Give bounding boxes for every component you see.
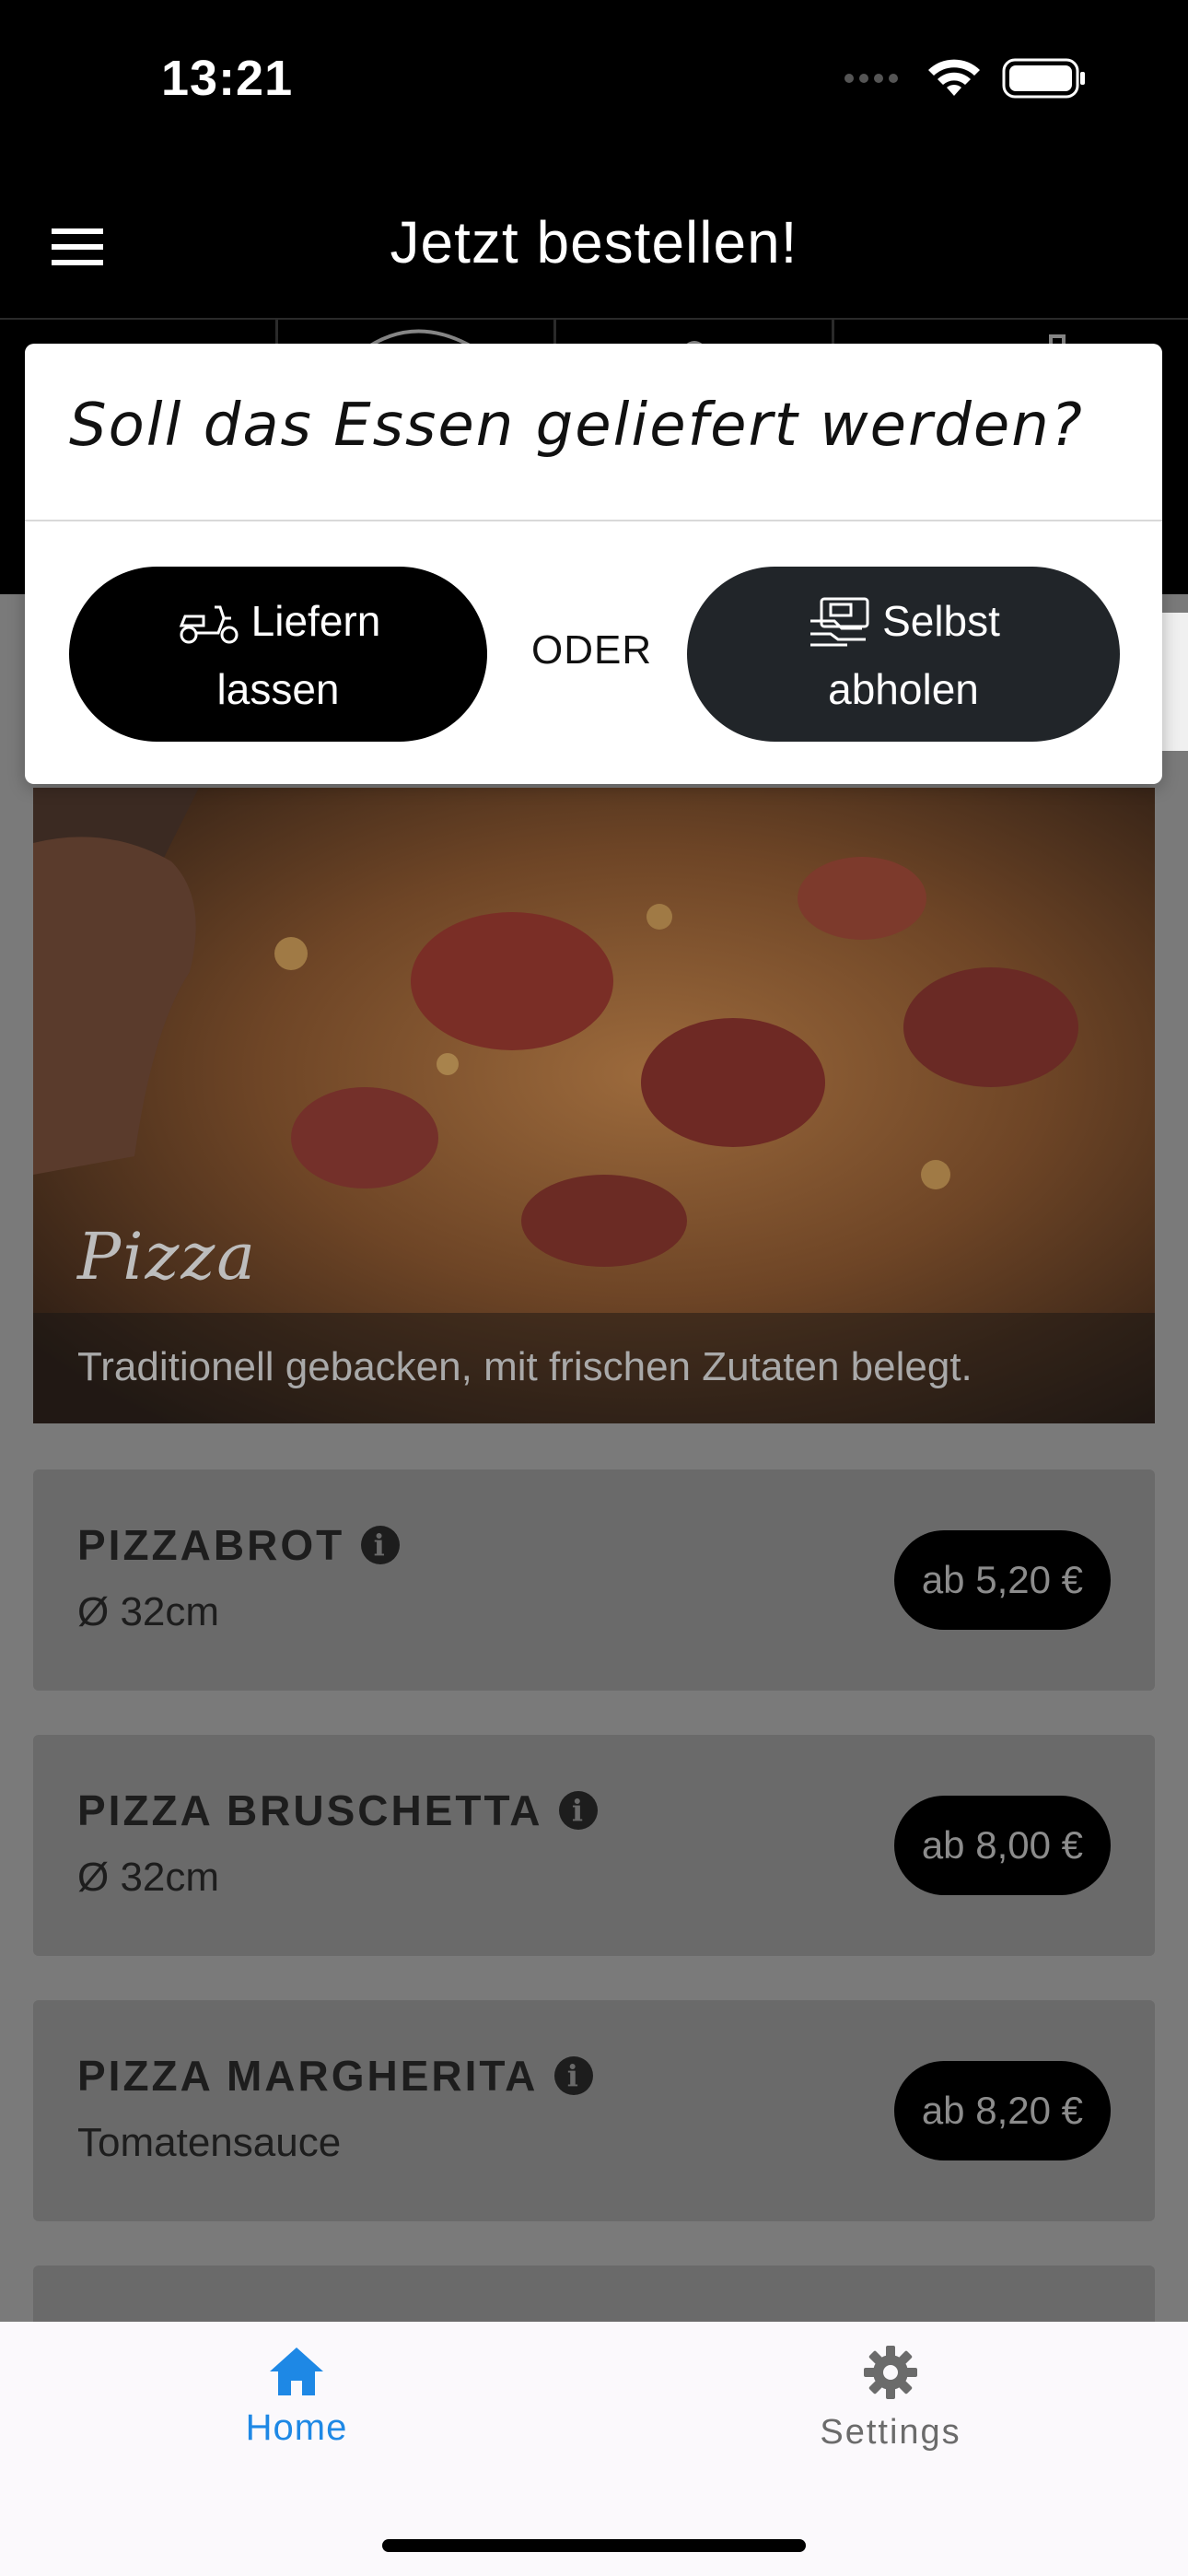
menu-item-subtitle: Ø 32cm (77, 1589, 220, 1634)
scooter-icon (179, 605, 239, 644)
pickup-register-icon (810, 597, 869, 647)
menu-item-name-row: PIZZA BRUSCHETTA i (77, 1786, 599, 1835)
status-time: 13:21 (161, 51, 294, 106)
menu-item-name: PIZZABROT (77, 1521, 345, 1569)
category-hero[interactable]: Pizza Traditionell gebacken, mit frische… (33, 788, 1155, 1423)
price-button[interactable]: ab 8,00 € (893, 1796, 1111, 1895)
pickup-label-line1: Selbst (882, 597, 1000, 645)
wifi-icon (928, 59, 980, 96)
deliver-button[interactable]: Liefern lassen (69, 567, 487, 742)
category-title: Pizza (77, 1219, 257, 1294)
nav-home[interactable]: Home (149, 2344, 444, 2449)
status-icons (842, 57, 1087, 100)
pickup-label-line2: abholen (828, 665, 979, 713)
app-bar: Jetzt bestellen! (0, 175, 1188, 318)
deliver-label-line2: lassen (216, 665, 340, 713)
home-icon (270, 2348, 323, 2395)
dialog-divider (25, 520, 1162, 521)
page-title: Jetzt bestellen! (390, 209, 798, 275)
deliver-button-line: Liefern (69, 587, 487, 655)
info-icon[interactable]: i (559, 1791, 599, 1830)
menu-item-name: PIZZA MARGHERITA (77, 2052, 539, 2100)
menu-item-card[interactable]: PIZZABROT i Ø 32cm ab 5,20 € (33, 1469, 1155, 1691)
home-indicator[interactable] (382, 2539, 806, 2552)
deliver-label-line1: Liefern (250, 597, 381, 645)
status-bar: 13:21 (0, 0, 1188, 175)
menu-content: Pizza Traditionell gebacken, mit frische… (0, 594, 1188, 2487)
pickup-button-line: Selbst (687, 587, 1120, 655)
pickup-button[interactable]: Selbst abholen (687, 567, 1120, 742)
info-icon[interactable]: i (361, 1526, 401, 1564)
bottom-navigation: Home Settings (0, 2322, 1188, 2576)
nav-settings[interactable]: Settings (743, 2344, 1038, 2453)
menu-item-name: PIZZA BRUSCHETTA (77, 1786, 543, 1834)
or-separator: ODER (531, 627, 653, 673)
app-screen: 13:21 Jetzt bestellen! Pizza Traditionel… (0, 0, 1188, 2576)
menu-item-name-row: PIZZABROT i (77, 1520, 401, 1570)
battery-icon (1002, 58, 1085, 99)
nav-home-label: Home (245, 2407, 348, 2448)
category-caption-band: Traditionell gebacken, mit frischen Zuta… (33, 1313, 1155, 1423)
menu-item-subtitle: Tomatensauce (77, 2120, 342, 2165)
price-button[interactable]: ab 8,20 € (893, 2061, 1111, 2160)
category-description: Traditionell gebacken, mit frischen Zuta… (77, 1344, 973, 1389)
dialog-title: Soll das Essen geliefert werden? (69, 392, 1084, 460)
price-button[interactable]: ab 5,20 € (893, 1530, 1111, 1630)
cellular-signal-icon (844, 74, 898, 83)
menu-item-card[interactable]: PIZZA MARGHERITA i Tomatensauce ab 8,20 … (33, 2000, 1155, 2221)
filter-button-edge[interactable] (1160, 613, 1188, 751)
menu-item-name-row: PIZZA MARGHERITA i (77, 2051, 594, 2101)
info-icon[interactable]: i (554, 2056, 594, 2095)
gear-icon (864, 2346, 917, 2399)
delivery-choice-dialog: Soll das Essen geliefert werden? Liefern… (25, 344, 1162, 784)
menu-item-card[interactable]: PIZZA BRUSCHETTA i Ø 32cm ab 8,00 € (33, 1735, 1155, 1956)
nav-settings-label: Settings (820, 2413, 961, 2452)
menu-item-subtitle: Ø 32cm (77, 1855, 220, 1900)
